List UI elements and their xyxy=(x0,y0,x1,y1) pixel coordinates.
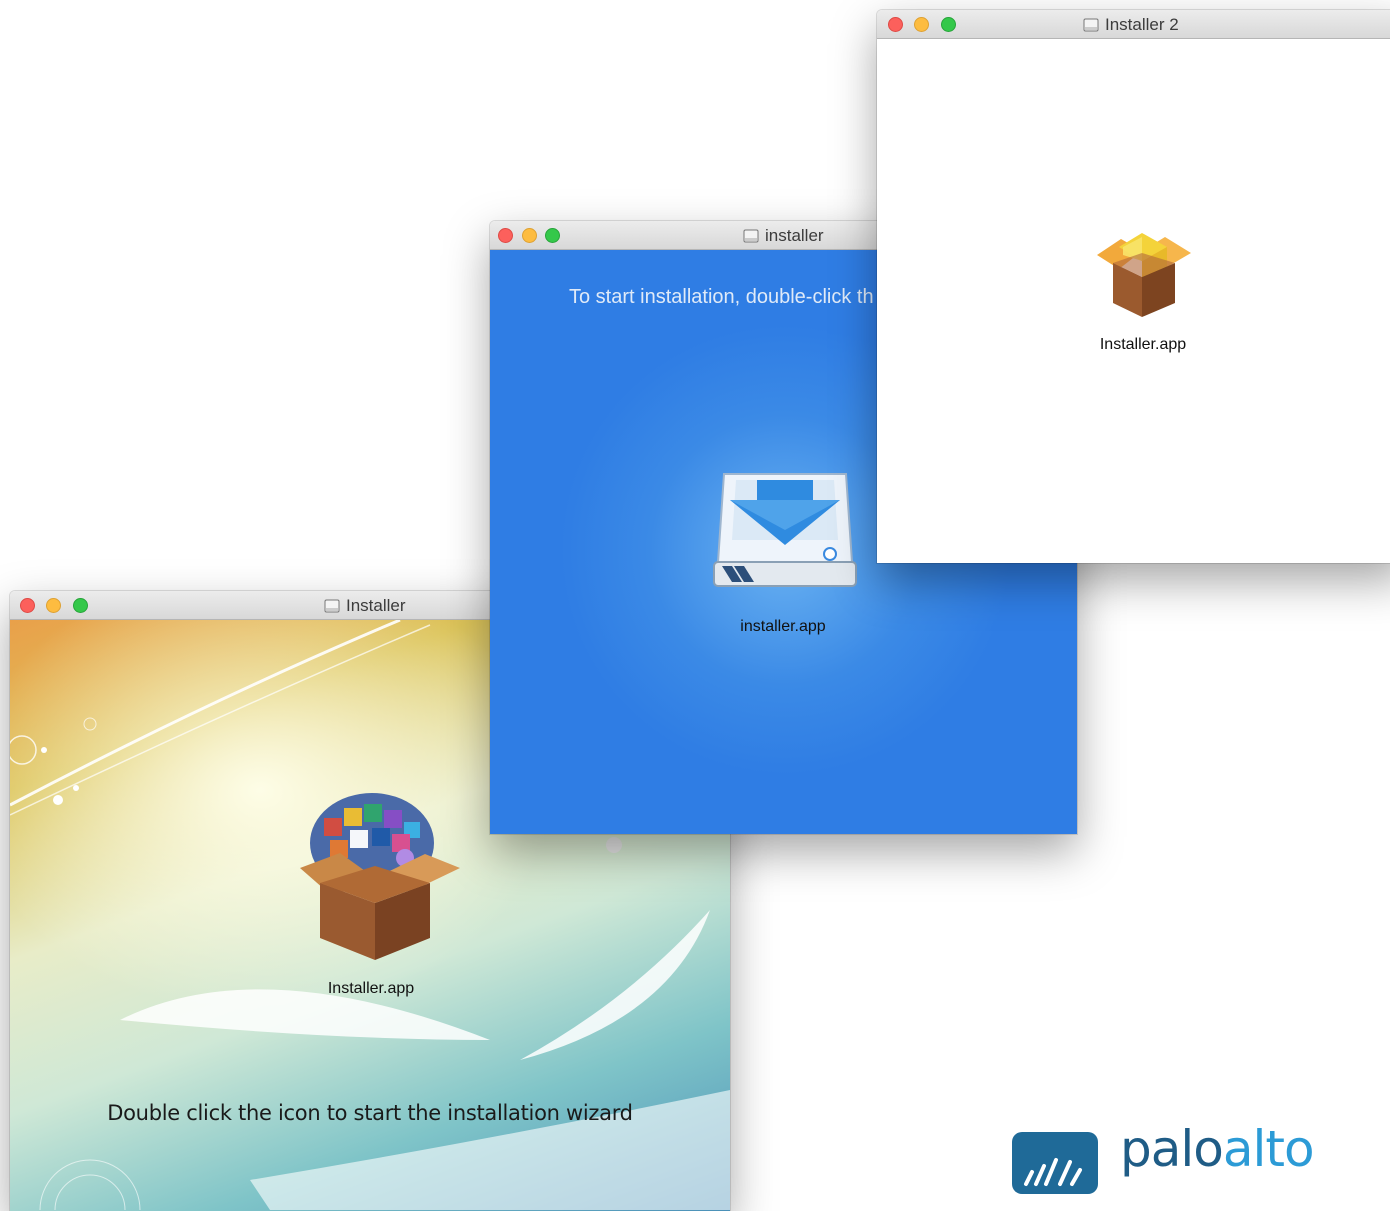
logo-mark xyxy=(1012,1132,1098,1194)
open-box-icon[interactable] xyxy=(280,788,470,963)
logo-wordmark: paloalto xyxy=(1120,1120,1315,1178)
disk-icon xyxy=(1083,17,1099,33)
close-button[interactable] xyxy=(20,598,35,613)
close-button[interactable] xyxy=(888,17,903,32)
minimize-button[interactable] xyxy=(522,228,537,243)
app-label[interactable]: installer.app xyxy=(740,618,825,636)
window-title: installer xyxy=(743,221,824,250)
minimize-button[interactable] xyxy=(46,598,61,613)
logo-text-palo: palo xyxy=(1120,1120,1224,1178)
disk-icon xyxy=(324,598,340,614)
minimize-button[interactable] xyxy=(914,17,929,32)
logo-text-alto: alto xyxy=(1222,1120,1315,1178)
zoom-button[interactable] xyxy=(73,598,88,613)
instruction-text: Double click the icon to start the insta… xyxy=(107,1101,633,1125)
app-label[interactable]: Installer.app xyxy=(328,980,414,998)
title-bar[interactable]: Installer 2 xyxy=(877,10,1390,39)
window-title: Installer 2 xyxy=(1083,10,1179,39)
window-title-text: Installer 2 xyxy=(1105,14,1179,34)
paloalto-logo: paloalto xyxy=(1012,1120,1390,1198)
app-label[interactable]: Installer.app xyxy=(1100,336,1186,354)
zoom-button[interactable] xyxy=(941,17,956,32)
window-title-text: installer xyxy=(765,225,824,245)
close-button[interactable] xyxy=(498,228,513,243)
window-title: Installer xyxy=(324,591,406,620)
installer2-content: Installer.app xyxy=(877,39,1390,563)
instruction-text: To start installation, double-click th xyxy=(569,286,874,308)
zoom-button[interactable] xyxy=(545,228,560,243)
installer2-window[interactable]: Installer 2 Installer.app xyxy=(877,10,1390,563)
disk-icon xyxy=(743,228,759,244)
drive-download-icon[interactable] xyxy=(712,470,858,592)
window-title-text: Installer xyxy=(346,595,406,615)
package-icon[interactable] xyxy=(1089,225,1195,320)
